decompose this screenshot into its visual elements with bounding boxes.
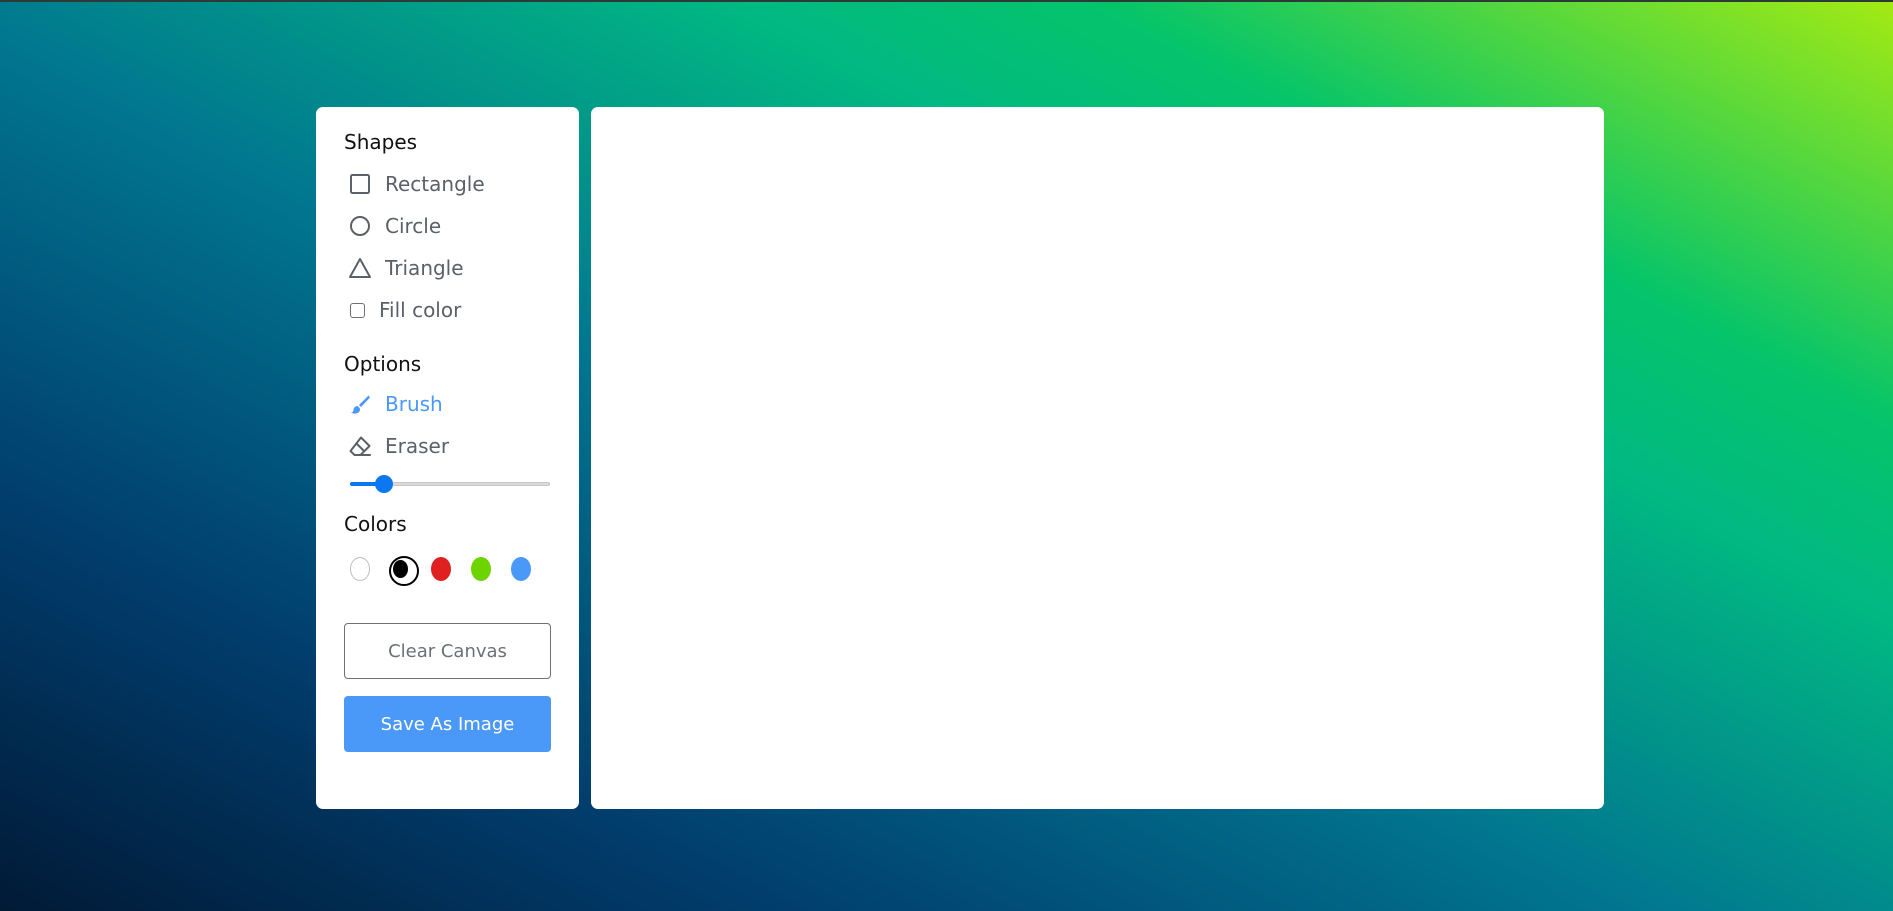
shape-circle-label: Circle: [385, 214, 442, 238]
color-swatch-green[interactable]: [471, 557, 492, 581]
triangle-icon: [346, 254, 374, 282]
save-as-image-button[interactable]: Save As Image: [344, 696, 551, 752]
brush-size-slider[interactable]: [344, 469, 551, 499]
circle-icon: [346, 212, 374, 240]
shape-rectangle-label: Rectangle: [385, 172, 485, 196]
eraser-icon: [346, 432, 374, 460]
clear-canvas-button[interactable]: Clear Canvas: [344, 623, 551, 679]
top-border: [0, 0, 1893, 2]
colors-list: [344, 555, 551, 586]
tools-panel: Shapes Rectangle Circle Triangle Fill co…: [316, 107, 579, 809]
color-swatch-black[interactable]: [389, 556, 420, 586]
eraser-option[interactable]: Eraser: [344, 425, 551, 467]
shape-circle-option[interactable]: Circle: [344, 205, 551, 247]
color-swatch-blue[interactable]: [511, 557, 531, 581]
eraser-label: Eraser: [385, 434, 450, 458]
fill-color-option[interactable]: Fill color: [344, 289, 551, 331]
colors-title: Colors: [344, 512, 407, 536]
shape-triangle-label: Triangle: [385, 256, 464, 280]
options-list: Brush Eraser: [344, 383, 551, 499]
brush-option[interactable]: Brush: [344, 383, 551, 425]
slider-track: [350, 475, 550, 493]
fill-color-checkbox[interactable]: [350, 302, 365, 318]
color-swatch-white[interactable]: [350, 557, 371, 581]
fill-color-label: Fill color: [379, 298, 462, 322]
shape-triangle-option[interactable]: Triangle: [344, 247, 551, 289]
rectangle-icon: [346, 170, 374, 198]
color-swatch-red[interactable]: [431, 557, 452, 581]
shapes-list: Rectangle Circle Triangle Fill color: [344, 163, 551, 331]
shape-rectangle-option[interactable]: Rectangle: [344, 163, 551, 205]
drawing-canvas[interactable]: [591, 107, 1604, 809]
options-title: Options: [344, 352, 422, 376]
brush-icon: [346, 390, 374, 418]
slider-thumb[interactable]: [375, 475, 393, 493]
brush-label: Brush: [385, 392, 443, 416]
shapes-title: Shapes: [344, 130, 418, 154]
